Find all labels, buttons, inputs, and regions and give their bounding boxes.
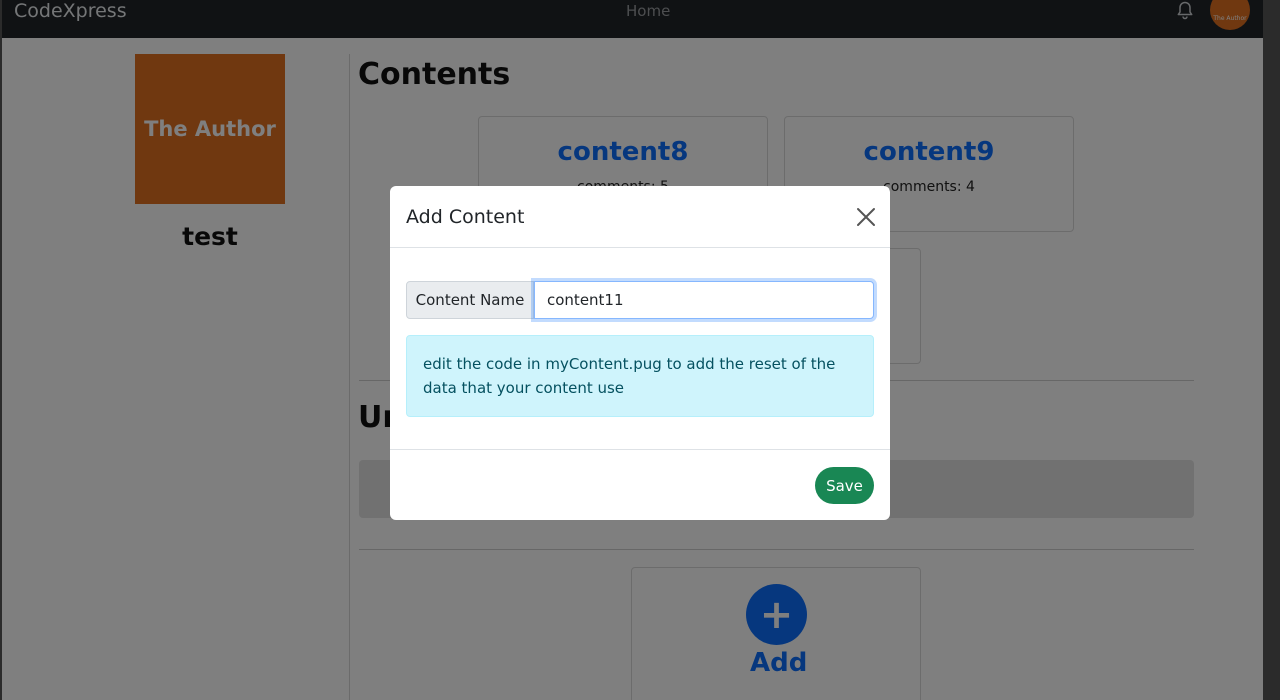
info-alert: edit the code in myContent.pug to add th… [406, 335, 874, 417]
modal-header: Add Content [390, 186, 890, 248]
app-window: CodeXpress Home The Author The Author te… [2, 0, 1263, 700]
content-name-input[interactable] [534, 281, 874, 319]
content-name-label: Content Name [406, 281, 534, 319]
modal-footer: Save [390, 449, 890, 520]
modal-title: Add Content [406, 206, 525, 228]
content-name-group: Content Name [406, 281, 874, 319]
save-button[interactable]: Save [815, 467, 874, 504]
close-icon[interactable] [852, 203, 880, 231]
add-content-modal: Add Content Content Name edit the code i… [390, 186, 890, 520]
